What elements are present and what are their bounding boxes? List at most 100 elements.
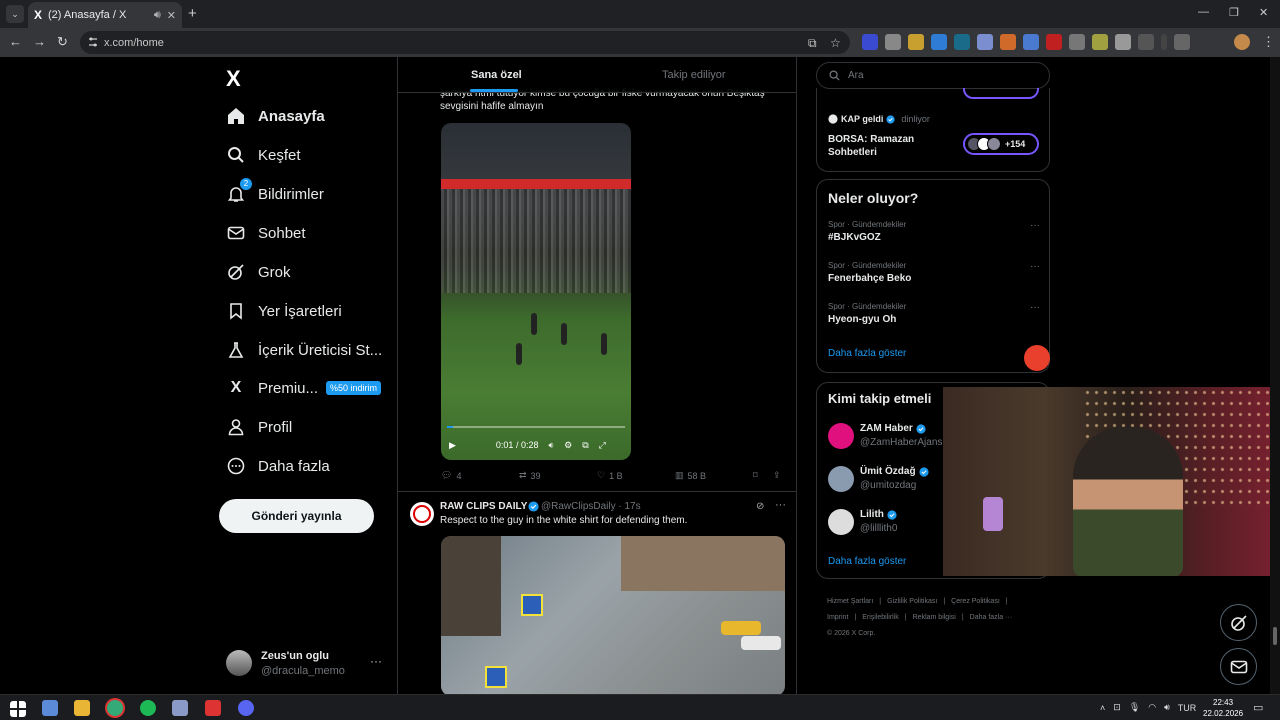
scrollbar-thumb[interactable] bbox=[1273, 627, 1277, 645]
footer-link[interactable]: Erişilebilirlik bbox=[862, 614, 899, 621]
chrome-icon[interactable] bbox=[107, 700, 123, 716]
messages-floating-button[interactable] bbox=[1220, 648, 1257, 685]
volume-icon[interactable]: 🔊︎ bbox=[1164, 702, 1170, 713]
close-window-icon[interactable]: ✕ bbox=[1259, 6, 1268, 19]
browser-tab[interactable]: X (2) Anasayfa / X 🔊︎ ✕ bbox=[28, 2, 182, 28]
extension-icon[interactable] bbox=[1023, 34, 1039, 50]
forward-icon[interactable]: → bbox=[33, 34, 46, 49]
nav-premium[interactable]: X Premiu... %50 indirim bbox=[226, 375, 382, 401]
more-dots-icon[interactable]: ··· bbox=[1030, 261, 1040, 272]
tab-following[interactable]: Takip ediliyor bbox=[662, 69, 726, 81]
speaker-icon[interactable]: 🔊︎ bbox=[154, 9, 161, 22]
reading-list-icon[interactable] bbox=[1174, 34, 1190, 50]
reload-icon[interactable]: ↻ bbox=[57, 34, 68, 50]
trend-item[interactable]: Spor · Gündemdekiler Fenerbahçe Beko ··· bbox=[828, 261, 1040, 284]
extension-icon[interactable] bbox=[908, 34, 924, 50]
minimize-icon[interactable]: — bbox=[1198, 6, 1209, 18]
wifi-icon[interactable]: ◠ bbox=[1148, 702, 1156, 713]
page-scrollbar[interactable] bbox=[1270, 57, 1280, 697]
pip-icon[interactable]: ⧉ bbox=[582, 440, 588, 451]
tweet-video[interactable]: ▶ 0:01 / 0:28 🔉︎ ⚙︎ ⧉ ⤢ bbox=[441, 123, 631, 460]
extension-icon[interactable] bbox=[885, 34, 901, 50]
chevron-up-icon[interactable]: ˄ bbox=[1100, 703, 1105, 713]
like-button[interactable]: ♡ 1 B bbox=[597, 470, 623, 481]
back-icon[interactable]: ← bbox=[9, 34, 22, 49]
bookmark-button[interactable]: ⌑ bbox=[753, 470, 758, 481]
footer-link[interactable]: Hizmet Şartları bbox=[827, 598, 873, 605]
more-dots-icon[interactable]: ··· bbox=[1030, 302, 1040, 313]
extension-icon[interactable] bbox=[1046, 34, 1062, 50]
new-tab-button[interactable]: + bbox=[188, 5, 197, 22]
clock[interactable]: 22:43 22.02.2026 bbox=[1203, 697, 1243, 719]
discord-icon[interactable] bbox=[238, 700, 254, 716]
trend-item[interactable]: Spor · Gündemdekiler Hyeon-gyu Oh ··· bbox=[828, 302, 1040, 325]
footer-link[interactable]: Reklam bilgisi bbox=[913, 614, 956, 621]
search-input[interactable]: Ara bbox=[816, 62, 1050, 89]
app-icon[interactable] bbox=[172, 700, 188, 716]
trend-item[interactable]: Spor · Gündemdekiler #BJKvGOZ ··· bbox=[828, 220, 1040, 243]
fullscreen-icon[interactable]: ⤢ bbox=[599, 440, 606, 451]
tab-for-you[interactable]: Sana özel bbox=[470, 69, 522, 92]
space-listeners-pill[interactable]: +154 bbox=[963, 133, 1039, 155]
reply-button[interactable]: 💬︎ 4 bbox=[441, 470, 461, 481]
extension-icon[interactable] bbox=[977, 34, 993, 50]
more-dots-icon[interactable]: ··· bbox=[775, 499, 786, 511]
x-logo[interactable]: X bbox=[226, 66, 241, 92]
play-icon[interactable]: ▶ bbox=[449, 440, 456, 451]
app-icon[interactable] bbox=[42, 700, 58, 716]
nav-profile[interactable]: Profil bbox=[226, 414, 292, 440]
views-button[interactable]: ▥ 58 B bbox=[675, 470, 706, 481]
extension-icon[interactable] bbox=[862, 34, 878, 50]
space-title[interactable]: BORSA: Ramazan Sohbetleri bbox=[828, 133, 928, 159]
tweet-video[interactable] bbox=[441, 536, 785, 696]
site-info-icon[interactable] bbox=[88, 36, 98, 48]
star-icon[interactable]: ☆ bbox=[830, 36, 841, 50]
grok-icon[interactable]: ⊘ bbox=[756, 501, 764, 512]
nav-notifications[interactable]: 2 Bildirimler bbox=[226, 178, 324, 207]
account-switcher[interactable]: Zeus'un oglu @dracula_memo ··· bbox=[226, 648, 386, 680]
extension-icon[interactable] bbox=[1069, 34, 1085, 50]
timeline[interactable]: Sana özel Takip ediliyor şarkıya ritmi t… bbox=[397, 57, 797, 720]
nav-explore[interactable]: Keşfet bbox=[226, 142, 301, 168]
spotify-icon[interactable] bbox=[140, 700, 156, 716]
nav-chat[interactable]: Sohbet bbox=[226, 220, 306, 246]
space-pill[interactable] bbox=[963, 88, 1039, 99]
extension-icon[interactable] bbox=[954, 34, 970, 50]
tab-search-button[interactable]: ⌄ bbox=[6, 5, 24, 23]
tweet-author-name[interactable]: RAW CLIPS DAILY bbox=[440, 501, 527, 512]
notification-center-icon[interactable]: ▭ bbox=[1253, 701, 1263, 714]
show-more-link[interactable]: Daha fazla göster bbox=[828, 556, 906, 567]
extension-icon[interactable] bbox=[931, 34, 947, 50]
puzzle-icon[interactable] bbox=[1138, 34, 1154, 50]
menu-kebab-icon[interactable]: ⋮ bbox=[1262, 34, 1275, 50]
microphone-icon[interactable]: 🎙︎ bbox=[1129, 702, 1140, 713]
share-button[interactable]: ⇪ bbox=[773, 470, 781, 481]
app-icon[interactable] bbox=[205, 700, 221, 716]
address-bar[interactable]: x.com/home ⧉ ☆ bbox=[80, 31, 850, 54]
floating-badge-icon[interactable] bbox=[1024, 345, 1050, 371]
footer-link[interactable]: Çerez Politikası bbox=[951, 598, 1000, 605]
nav-bookmarks[interactable]: Yer İşaretleri bbox=[226, 298, 342, 324]
show-more-link[interactable]: Daha fazla göster bbox=[828, 348, 906, 359]
extension-icon[interactable] bbox=[1115, 34, 1131, 50]
settings-icon[interactable]: ⚙︎ bbox=[564, 440, 572, 451]
nav-grok[interactable]: Grok bbox=[226, 259, 291, 285]
cast-icon[interactable]: ⧉ bbox=[808, 36, 817, 51]
footer-link[interactable]: Gizlilik Politikası bbox=[887, 598, 937, 605]
avatar[interactable] bbox=[410, 502, 434, 526]
footer-link[interactable]: Daha fazla ··· bbox=[970, 614, 1012, 621]
windows-start-icon[interactable] bbox=[10, 701, 26, 717]
post-button[interactable]: Gönderi yayınla bbox=[219, 499, 374, 533]
extension-icon[interactable] bbox=[1000, 34, 1016, 50]
nav-home[interactable]: Anasayfa bbox=[226, 103, 325, 129]
profile-avatar[interactable] bbox=[1234, 34, 1250, 50]
close-tab-icon[interactable]: ✕ bbox=[167, 9, 176, 22]
extension-icon[interactable] bbox=[1092, 34, 1108, 50]
nav-more[interactable]: Daha fazla bbox=[226, 453, 330, 479]
footer-link[interactable]: Imprint bbox=[827, 614, 848, 621]
repost-button[interactable]: ⇄ 39 bbox=[519, 470, 541, 481]
restore-icon[interactable]: ❐ bbox=[1229, 6, 1239, 19]
video-progress-bar[interactable] bbox=[447, 426, 625, 428]
more-dots-icon[interactable]: ··· bbox=[1030, 220, 1040, 231]
grok-floating-button[interactable] bbox=[1220, 604, 1257, 641]
